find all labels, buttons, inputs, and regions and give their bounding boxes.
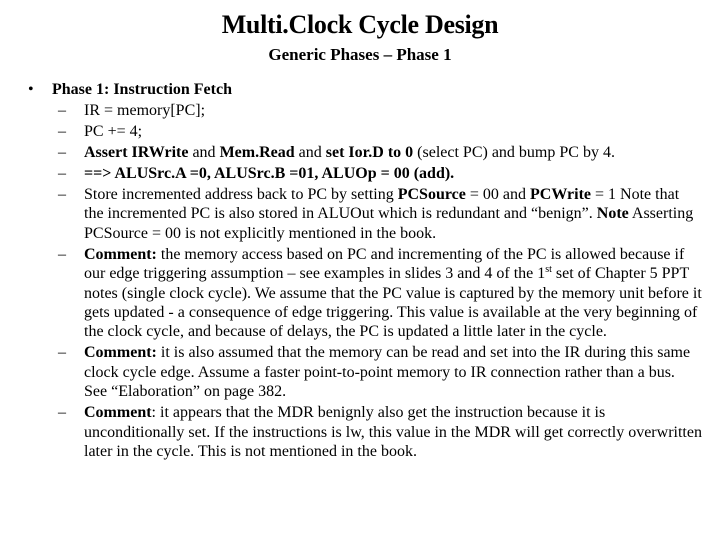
bold-text: Comment: (84, 344, 157, 362)
text: and (294, 144, 326, 161)
text: (select PC) and bump PC by 4. (413, 144, 615, 161)
phase-heading: Phase 1: Instruction Fetch (52, 81, 232, 98)
list-item: – Assert IRWrite and Mem.Read and set Ior… (52, 143, 702, 162)
slide-subtitle: Generic Phases – Phase 1 (268, 45, 452, 64)
superscript: st (545, 264, 552, 276)
list-item: – Store incremented address back to PC by… (52, 185, 702, 243)
text: Store incremented address back to PC by … (84, 186, 398, 203)
dash-icon: – (58, 144, 66, 161)
text: and (498, 186, 530, 203)
text: PC += 4; (84, 123, 143, 140)
bullet-icon: • (28, 81, 34, 98)
list-item: – Comment: it is also assumed that the me… (52, 343, 702, 401)
bold-text: ==> ALUSrc.A =0, ALUSrc.B =01, ALUOp = 0… (84, 165, 455, 182)
text: : it appears that the MDR benignly also … (84, 404, 702, 461)
bold-text: PCWrite (530, 186, 592, 203)
bold-text: Note (596, 205, 629, 223)
dash-icon: – (58, 123, 66, 140)
bold-text: Mem.Read (219, 144, 295, 161)
text: and (188, 144, 220, 161)
bold-text: PCSource (397, 186, 466, 203)
list-item: – Comment: the memory access based on PC … (52, 245, 702, 342)
list-item: – IR = memory[PC]; (52, 101, 702, 120)
dash-icon: – (58, 245, 66, 263)
list-item: – ==> ALUSrc.A =0, ALUSrc.B =01, ALUOp = … (52, 164, 702, 183)
phase-steps-list: – IR = memory[PC]; – PC += 4; – Assert IRWrit… (52, 101, 702, 463)
list-item: – PC += 4; (52, 122, 702, 141)
slide-title: Multi.Clock Cycle Design (221, 10, 499, 39)
bold-text: Comment (84, 404, 152, 422)
text: IR = memory[PC]; (84, 102, 206, 119)
dash-icon: – (58, 344, 66, 362)
bold-text: set Ior.D to 0 (325, 144, 414, 161)
text: it is also assumed that the memory can b… (84, 344, 691, 401)
dash-icon: – (58, 165, 66, 182)
bold-text: Comment: (84, 245, 157, 263)
list-item: – Comment: it appears that the MDR benign… (52, 403, 702, 461)
text: = 1 (591, 186, 617, 203)
dash-icon: – (58, 186, 66, 203)
bold-text: Assert IRWrite (84, 144, 189, 161)
dash-icon: – (58, 404, 66, 422)
text: = 00 (465, 186, 499, 203)
dash-icon: – (58, 102, 66, 119)
